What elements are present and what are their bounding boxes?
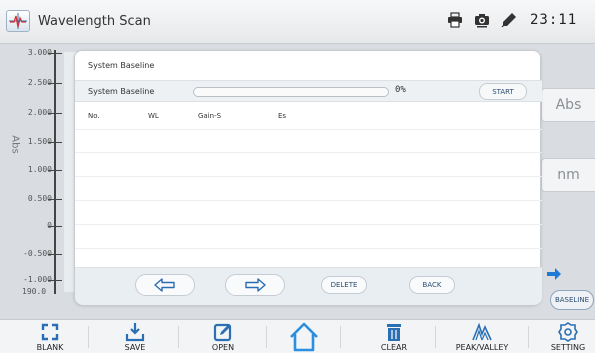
wavelength-scan-app-icon <box>6 10 30 32</box>
peak-valley-icon <box>472 322 492 341</box>
y-tick-mark <box>48 170 62 171</box>
toolbar-divider <box>528 326 529 348</box>
column-header-gain-s: Gain-S <box>198 112 222 120</box>
pen-icon[interactable] <box>501 12 517 28</box>
table-row <box>75 152 542 153</box>
toolbar-divider <box>266 326 267 348</box>
y-tick-mark <box>48 280 62 281</box>
open-label: OPEN <box>211 343 235 352</box>
nm-value-label: nm <box>557 167 580 183</box>
table-row <box>75 176 542 177</box>
bottom-toolbar: BLANK SAVE OPEN CLEAR PEAK/VALLEY SETTIN… <box>0 319 595 353</box>
arrow-right-icon[interactable] <box>545 265 563 283</box>
dialog-footer: DELETE BACK <box>75 267 542 305</box>
toolbar-divider <box>88 326 89 348</box>
y-tick-mark <box>48 254 62 255</box>
baseline-progress-row: System Baseline 0% START <box>75 80 542 102</box>
baseline-button[interactable]: BASELINE <box>550 290 594 310</box>
arrow-left-icon <box>154 278 175 292</box>
clock: 23:11 <box>530 12 578 28</box>
gear-icon <box>558 322 578 342</box>
nm-value-box[interactable]: nm <box>541 158 595 192</box>
setting-button[interactable]: SETTING <box>546 320 590 353</box>
y-tick-mark <box>48 53 62 54</box>
y-tick-mark <box>48 142 62 143</box>
table-row <box>75 200 542 201</box>
y-tick-mark <box>48 226 62 227</box>
save-label: SAVE <box>124 343 146 352</box>
peak-valley-label: PEAK/VALLEY <box>455 343 509 352</box>
table-row <box>75 224 542 225</box>
setting-label: SETTING <box>550 343 586 352</box>
home-button[interactable] <box>288 321 320 353</box>
y-tick-mark <box>48 199 62 200</box>
blank-button[interactable]: BLANK <box>30 320 70 353</box>
toolbar-divider <box>340 326 341 348</box>
y-axis-title: Abs <box>9 135 21 154</box>
baseline-table: No. WL Gain-S Es <box>75 102 542 267</box>
previous-button[interactable] <box>135 274 195 296</box>
clear-button[interactable]: CLEAR <box>374 320 414 353</box>
trash-icon <box>387 324 401 341</box>
toolbar-divider <box>178 326 179 348</box>
blank-label: BLANK <box>36 343 64 352</box>
camera-icon[interactable] <box>474 12 490 28</box>
open-button[interactable]: OPEN <box>203 320 243 353</box>
baseline-progress-bar <box>193 87 389 97</box>
table-row <box>75 248 542 249</box>
y-tick-mark <box>48 83 62 84</box>
toolbar-divider <box>435 326 436 348</box>
column-header-wl: WL <box>148 112 159 120</box>
clear-label: CLEAR <box>380 343 408 352</box>
delete-button[interactable]: DELETE <box>321 276 367 294</box>
next-button[interactable] <box>225 274 285 296</box>
system-baseline-dialog: System Baseline System Baseline 0% START… <box>74 50 542 305</box>
baseline-row-label: System Baseline <box>88 87 155 96</box>
dialog-title: System Baseline <box>88 61 155 70</box>
back-button[interactable]: BACK <box>409 276 455 294</box>
table-row <box>75 129 542 130</box>
column-header-no: No. <box>88 112 100 120</box>
save-button[interactable]: SAVE <box>115 320 155 353</box>
blank-icon <box>41 323 59 341</box>
peak-valley-button[interactable]: PEAK/VALLEY <box>447 320 517 353</box>
progress-percent: 0% <box>395 85 406 95</box>
abs-value-box[interactable]: Abs <box>541 88 595 122</box>
y-axis-line <box>54 50 56 294</box>
abs-value-label: Abs <box>555 97 582 113</box>
open-icon <box>213 323 232 342</box>
arrow-right-icon <box>245 278 266 292</box>
start-button[interactable]: START <box>479 83 527 100</box>
title-bar: Wavelength Scan 23:11 <box>0 0 595 44</box>
x-tick-label: 190.0 <box>22 287 47 296</box>
home-icon <box>290 322 318 352</box>
y-tick-mark <box>48 113 62 114</box>
app-title: Wavelength Scan <box>38 14 151 29</box>
save-icon <box>125 323 145 342</box>
printer-icon[interactable] <box>447 12 463 28</box>
column-header-es: Es <box>278 112 287 120</box>
